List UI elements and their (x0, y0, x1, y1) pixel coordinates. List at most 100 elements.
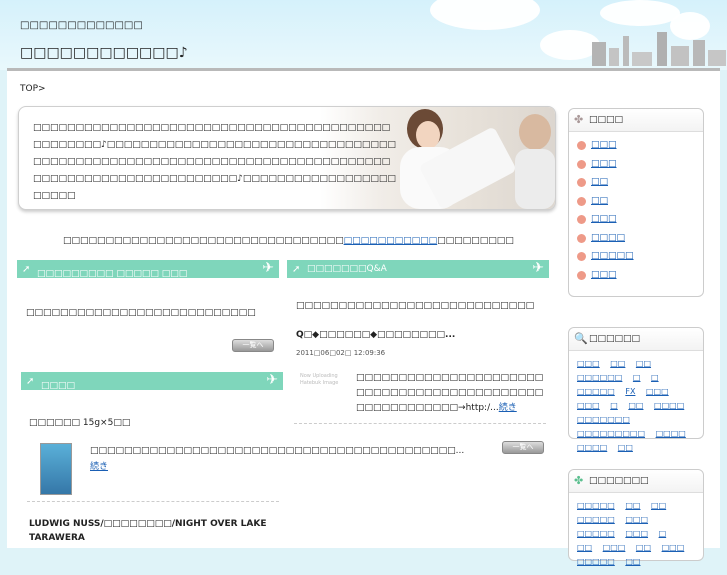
sidebar-menu-item[interactable]: □□□ (569, 136, 703, 155)
bullet-icon (577, 178, 586, 187)
right-section-intro: □□□□□□□□□□□□□□□□□□□□□□□□□□□□ (296, 301, 535, 311)
sidebar-menu-item[interactable]: □□□ (569, 155, 703, 174)
airplane-icon: ✈ (266, 372, 278, 388)
sidebar-menu-item-label: □□□□□ (591, 251, 634, 261)
link-tag[interactable]: □□ (577, 543, 592, 552)
search-tag-link[interactable]: □□□ (646, 387, 669, 396)
intro-link[interactable]: □□□□□□□□□□□ (344, 236, 438, 246)
qa-post-more-link[interactable]: 続き (499, 403, 517, 413)
sidebar-search-tags: □□□ □□ □□ □□□□□□ □ □ □□□□□ FX □□□ □□□ □ … (569, 351, 703, 461)
right-section-header: ➚ □□□□□□□Q&A ✈ (287, 260, 549, 278)
left-more-button[interactable]: 一覧へ (232, 339, 274, 352)
clover-icon: ✤ (574, 474, 584, 487)
search-tag-link[interactable]: □□ (610, 359, 625, 368)
qa-post-thumbnail[interactable]: Now Uploading Hatebuk Image (300, 373, 348, 407)
sidebar-menu-item[interactable]: □□□ (569, 210, 703, 229)
site-title[interactable]: □□□□□□□□□□□□♪ (20, 45, 188, 61)
sidebar-menu-item[interactable]: □□ (569, 173, 703, 192)
cloud-decoration (430, 0, 540, 30)
search-tag-link[interactable]: □□□□□ (577, 387, 615, 396)
link-tag[interactable]: □□□ (625, 515, 648, 524)
link-tag[interactable]: □□ (625, 501, 640, 510)
sidebar-search-box: 🔍 □□□□□□ □□□ □□ □□ □□□□□□ □ □ □□□□□ FX □□… (568, 327, 704, 452)
sidebar-menu-title: □□□□ (589, 115, 624, 125)
sidebar-menu-header: ✤ □□□□ (569, 109, 703, 132)
search-tag-link[interactable]: □□□□ (577, 443, 607, 452)
product-more-link[interactable]: 続き (90, 462, 108, 472)
search-tag-link[interactable]: □□□□□□□□□ (577, 429, 645, 438)
qa-post-date: 2011□06□02□ 12:09:36 (296, 349, 386, 357)
sidebar-search-header: 🔍 □□□□□□ (569, 328, 703, 351)
qa-post-excerpt: □□□□□□□□□□□□□□□□□□□□□□□□□□□□□□□□□□□□□□□□… (356, 371, 546, 416)
sidebar-menu-item[interactable]: □□□ (569, 266, 703, 285)
divider (294, 423, 546, 424)
search-tag-link[interactable]: □□□□□□□ (577, 415, 630, 424)
sidebar-menu-item-label: □□□ (591, 158, 617, 169)
airplane-icon: ✈ (532, 260, 544, 276)
link-tag[interactable]: □□ (625, 557, 640, 566)
search-tag-link[interactable]: □□□□□□ (577, 373, 622, 382)
link-tag[interactable]: □□□□□ (577, 557, 615, 566)
left-section-title: □□□□□□□□□ □□□□□ □□□ (37, 269, 188, 279)
airplane-icon: ✈ (262, 260, 274, 276)
search-tag-link[interactable]: □□□ (577, 359, 600, 368)
search-tag-link[interactable]: □□ (636, 359, 651, 368)
left-section-text: □□□□□□□□□□□□□□□□□□□□□□□□□□□ (26, 308, 256, 318)
right-more-button[interactable]: 一覧へ (502, 441, 544, 454)
product-item-title-2[interactable]: LUDWIG NUSS/□□□□□□□□/NIGHT OVER LAKE TAR… (29, 517, 279, 545)
product-thumbnail[interactable] (40, 443, 72, 495)
breadcrumb[interactable]: TOP> (20, 84, 46, 94)
hero-text: □□□□□□□□□□□□□□□□□□□□□□□□□□□□□□□□□□□□□□□□… (33, 123, 396, 201)
search-tag-link[interactable]: □□□□ (654, 401, 684, 410)
search-tag-link[interactable]: □□ (628, 401, 643, 410)
link-tag[interactable]: □ (659, 529, 667, 538)
link-tag[interactable]: □□□ (625, 529, 648, 538)
divider (27, 501, 279, 502)
link-tag[interactable]: □□□□□ (577, 515, 615, 524)
arrow-icon: ➚ (292, 264, 301, 275)
link-tag[interactable]: □□ (651, 501, 666, 510)
search-tag-link[interactable]: □ (610, 401, 618, 410)
link-tag[interactable]: □□□□□ (577, 501, 615, 510)
bullet-icon (577, 159, 586, 169)
cloud-decoration (600, 0, 680, 26)
search-tag-link[interactable]: FX (625, 387, 635, 396)
qa-post-title[interactable]: Q□◆□□□□□□◆□□□□□□□□... (296, 330, 455, 340)
bullet-icon (577, 141, 586, 150)
link-tag[interactable]: □□□ (662, 543, 685, 552)
search-tag-link[interactable]: □ (633, 373, 641, 382)
link-tag[interactable]: □□□□□ (577, 529, 615, 538)
link-tag[interactable]: □□□ (603, 543, 626, 552)
intro-text-after: □□□□□□□□□ (437, 236, 514, 246)
sidebar-menu-item-label: □□□ (591, 214, 617, 224)
sidebar-menu-item-label: □□ (591, 195, 609, 206)
clover-icon: ✤ (574, 113, 584, 126)
sidebar-menu-item[interactable]: □□□□□ (569, 247, 703, 266)
sidebar-menu-item[interactable]: □□□□ (569, 229, 703, 248)
site-tagline: □□□□□□□□□□□□□ (20, 20, 143, 31)
search-tag-link[interactable]: □□ (618, 443, 633, 452)
sidebar-menu-list: □□□ □□□ □□ □□ □□□ □□□□ □□□□□ □□□ (569, 132, 703, 284)
search-tag-link[interactable]: □ (651, 373, 659, 382)
arrow-icon: ➚ (26, 376, 35, 387)
link-tag[interactable]: □□ (636, 543, 651, 552)
header-sky: □□□□□□□□□□□□□ □□□□□□□□□□□□♪ (0, 0, 727, 70)
search-icon: 🔍 (574, 332, 588, 345)
intro-text-before: □□□□□□□□□□□□□□□□□□□□□□□□□□□□□□□□□ (63, 236, 344, 246)
sidebar-menu-item-label: □□□ (591, 269, 617, 280)
product-section-header: ➚ □□□□ ✈ (21, 372, 283, 391)
search-tag-link[interactable]: □□□□ (656, 429, 686, 438)
sidebar-menu-item-label: □□□ (591, 140, 617, 150)
product-item-desc-text: □□□□□□□□□□□□□□□□□□□□□□□□□□□□□□□□□□□□□□□□… (90, 446, 465, 456)
search-tag-link[interactable]: □□□ (577, 401, 600, 410)
product-item-title[interactable]: □□□□□□ 15g×5□□ (29, 418, 130, 428)
sidebar-menu-box: ✤ □□□□ □□□ □□□ □□ □□ □□□ □□□□ □□□□□ □□□ (568, 108, 704, 297)
bullet-icon (577, 215, 586, 224)
intro-text: □□□□□□□□□□□□□□□□□□□□□□□□□□□□□□□□□□□□□□□□… (63, 236, 514, 246)
sidebar-menu-item[interactable]: □□ (569, 192, 703, 211)
sidebar-links-box: ✤ □□□□□□□ □□□□□ □□ □□ □□□□□ □□□ □□□□□ □□□… (568, 469, 704, 566)
sidebar-links-title: □□□□□□□ (589, 476, 649, 486)
left-section-header: ➚ □□□□□□□□□ □□□□□ □□□ ✈ (17, 260, 279, 279)
city-skyline-graphic (592, 32, 726, 66)
arrow-icon: ➚ (22, 264, 31, 275)
